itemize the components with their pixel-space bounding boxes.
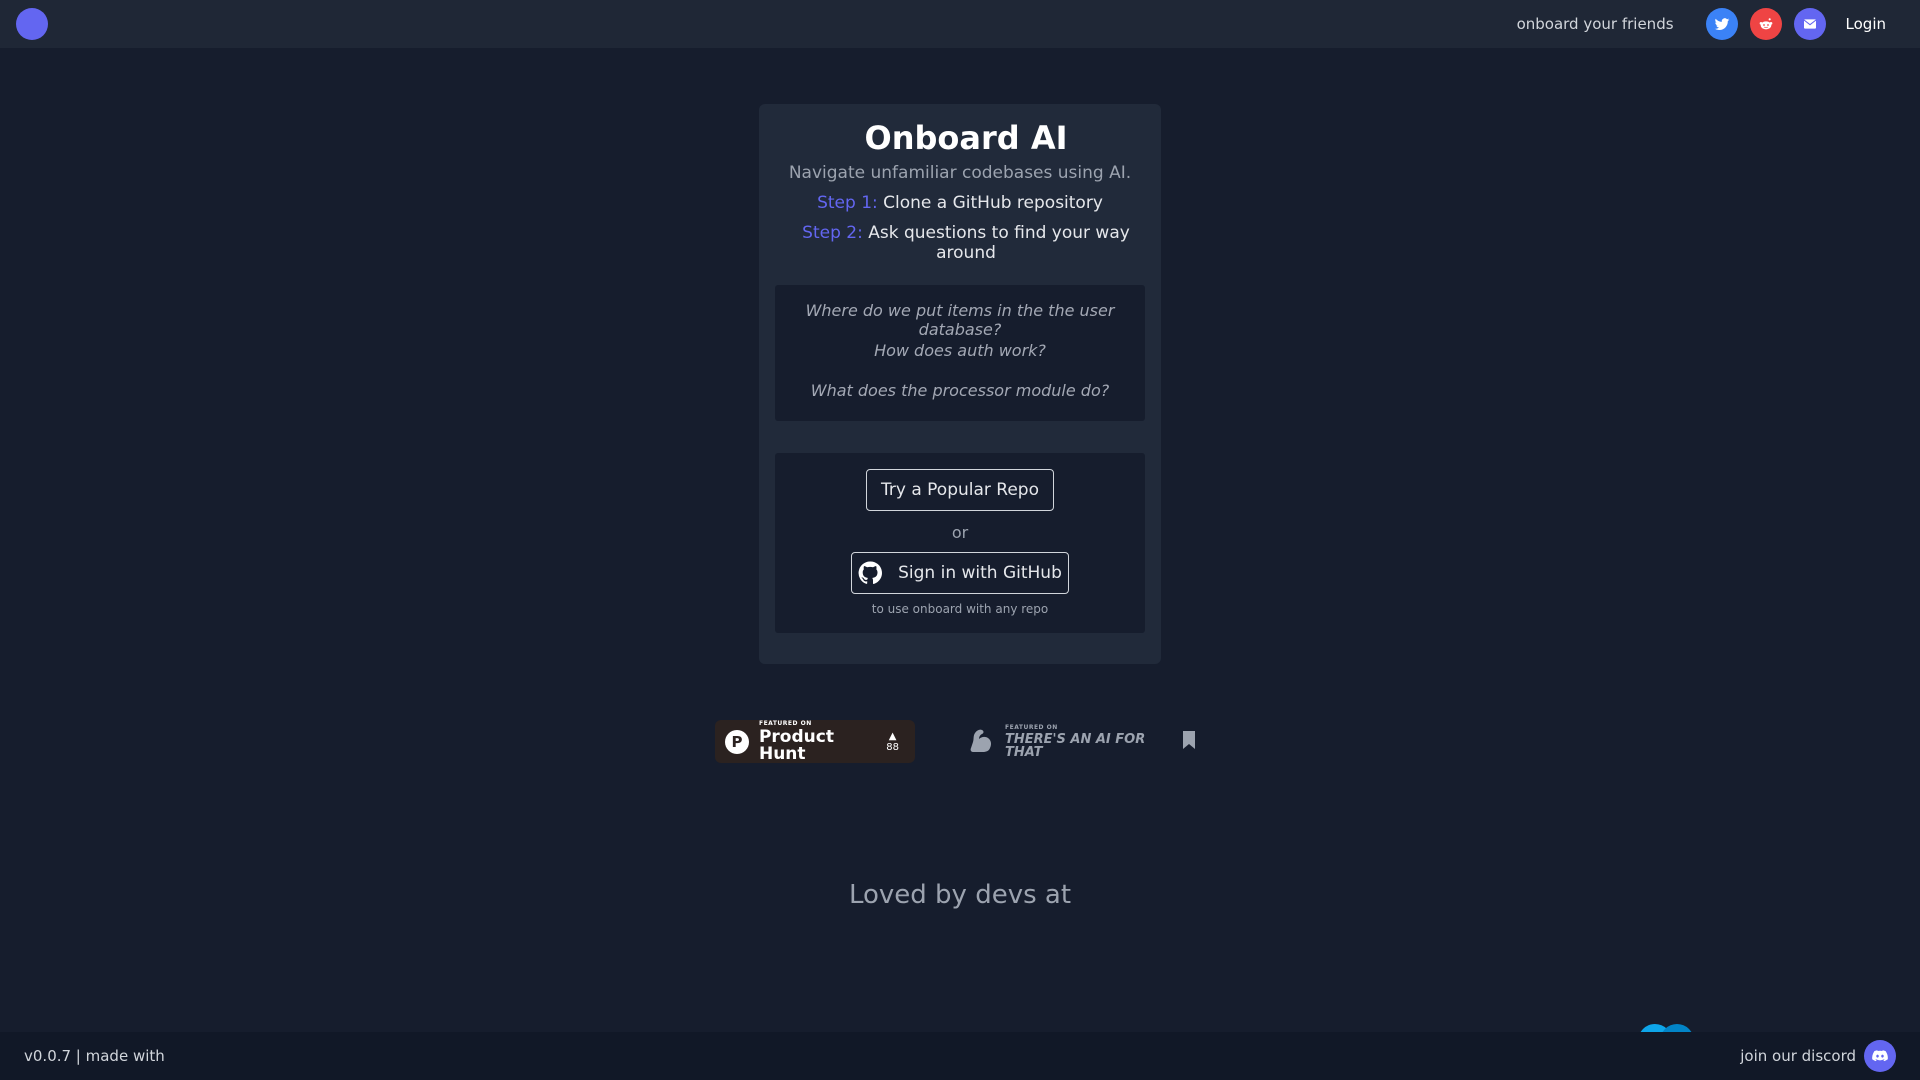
try-popular-repo-button[interactable]: Try a Popular Repo — [866, 468, 1054, 511]
step-1-label: Step 1: — [817, 192, 878, 213]
actions-panel: Try a Popular Repo or Sign in with GitHu… — [775, 452, 1145, 633]
sign-in-github-label: Sign in with GitHub — [898, 562, 1062, 583]
top-navbar: onboard your friends Login — [0, 0, 1920, 48]
onboard-friends-text: onboard your friends — [1516, 15, 1674, 33]
example-question: Where do we put items in the the user da… — [805, 300, 1115, 339]
example-question: What does the processor module do? — [810, 380, 1110, 400]
version-text: v0.0.7 | made with — [24, 1047, 165, 1065]
step-2-text: Ask questions to find your way around — [868, 222, 1130, 263]
footer: v0.0.7 | made with join our discord — [0, 1032, 1920, 1080]
page-title: Onboard AI — [864, 119, 1068, 157]
upvote-arrow-icon: ▲ — [888, 730, 897, 742]
producthunt-text: FEATURED ON Product Hunt — [758, 719, 886, 764]
share-twitter-button[interactable] — [1705, 8, 1738, 40]
reddit-icon — [1759, 18, 1772, 30]
loved-by-heading: Loved by devs at — [848, 880, 1072, 910]
taaft-text: FEATURED ON THERE'S AN AI FOR THAT — [1005, 724, 1165, 760]
step-1: Step 1: Clone a GitHub repository — [775, 193, 1145, 213]
producthunt-featured-on: FEATURED ON — [758, 719, 812, 727]
topbar-right: onboard your friends Login — [1517, 8, 1904, 40]
github-icon — [858, 561, 883, 584]
github-note: to use onboard with any repo — [871, 601, 1049, 616]
example-question: How does auth work? — [874, 340, 1046, 360]
vote-count: 88 — [886, 741, 899, 753]
sign-in-github-button[interactable]: Sign in with GitHub — [851, 551, 1069, 594]
step-1-text: Clone a GitHub repository — [883, 192, 1103, 213]
bookmark-icon — [1183, 731, 1195, 753]
discord-button[interactable] — [1864, 1040, 1896, 1072]
step-2-label: Step 2: — [802, 222, 863, 243]
discord-icon — [1872, 1050, 1888, 1062]
taaft-name: THERE'S AN AI FOR THAT — [1005, 732, 1146, 760]
share-reddit-button[interactable] — [1749, 8, 1782, 40]
taaft-featured-on: FEATURED ON — [1005, 724, 1058, 731]
login-link[interactable]: Login — [1846, 15, 1886, 33]
page-subtitle: Navigate unfamiliar codebases using AI. — [788, 162, 1132, 183]
footer-right: join our discord — [1740, 1040, 1896, 1072]
example-questions: Where do we put items in the the user da… — [775, 284, 1145, 421]
join-discord-link[interactable]: join our discord — [1740, 1047, 1856, 1065]
main-card: Onboard AI Navigate unfamiliar codebases… — [759, 104, 1161, 664]
producthunt-name: Product Hunt — [758, 726, 834, 764]
producthunt-logo-icon: P — [725, 729, 749, 754]
taaft-logo-icon — [965, 724, 997, 760]
step-2: Step 2: Ask questions to find your way a… — [787, 223, 1145, 263]
twitter-icon — [1714, 18, 1729, 31]
producthunt-badge[interactable]: P FEATURED ON Product Hunt ▲ 88 — [715, 720, 915, 763]
email-icon — [1803, 19, 1816, 29]
producthunt-votes: ▲ 88 — [886, 731, 899, 753]
taaft-badge[interactable]: FEATURED ON THERE'S AN AI FOR THAT — [965, 722, 1195, 762]
app-logo[interactable] — [16, 8, 48, 40]
share-email-button[interactable] — [1793, 8, 1826, 40]
or-divider: or — [951, 522, 969, 542]
